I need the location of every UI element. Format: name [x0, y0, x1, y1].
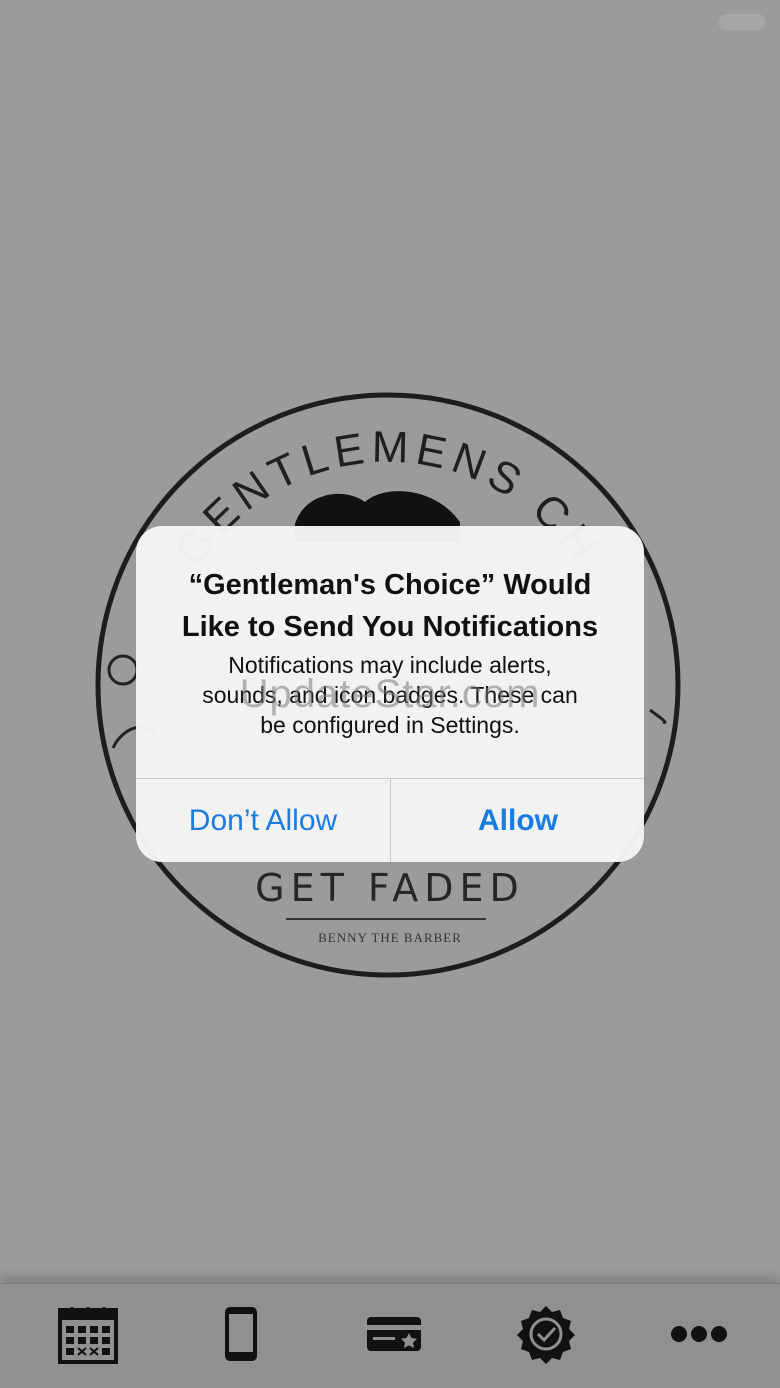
logo-slogan: GET FADED	[255, 866, 525, 910]
tab-more[interactable]	[659, 1294, 739, 1374]
watermark-text: UpdateStar.com	[239, 672, 541, 716]
bottom-tab-bar	[0, 1283, 780, 1388]
logo-tagline: BENNY THE BARBER	[318, 930, 462, 945]
allow-button[interactable]: Allow	[391, 779, 644, 862]
alert-title-line: Like to Send You Notifications	[181, 611, 599, 643]
tab-cards[interactable]	[354, 1294, 434, 1374]
tab-calendar[interactable]	[48, 1294, 128, 1374]
card-star-icon	[367, 1317, 421, 1351]
alert-title-line: “Gentleman's Choice” Would	[188, 569, 592, 601]
more-dots-icon	[671, 1326, 727, 1342]
tab-phone[interactable]	[201, 1294, 281, 1374]
calendar-icon	[58, 1307, 118, 1364]
logo-divider	[286, 918, 486, 920]
alert-title: “Gentleman's Choice” Would Like to Send …	[136, 564, 644, 648]
phone-icon	[225, 1307, 257, 1361]
app-background: GENTLEMENS CH GET FADED BENNY THE BARBER…	[0, 0, 780, 1388]
badge-check-icon	[517, 1306, 575, 1364]
tab-badge[interactable]	[506, 1294, 586, 1374]
dont-allow-button[interactable]: Don’t Allow	[136, 779, 390, 862]
status-indicator	[718, 14, 766, 30]
